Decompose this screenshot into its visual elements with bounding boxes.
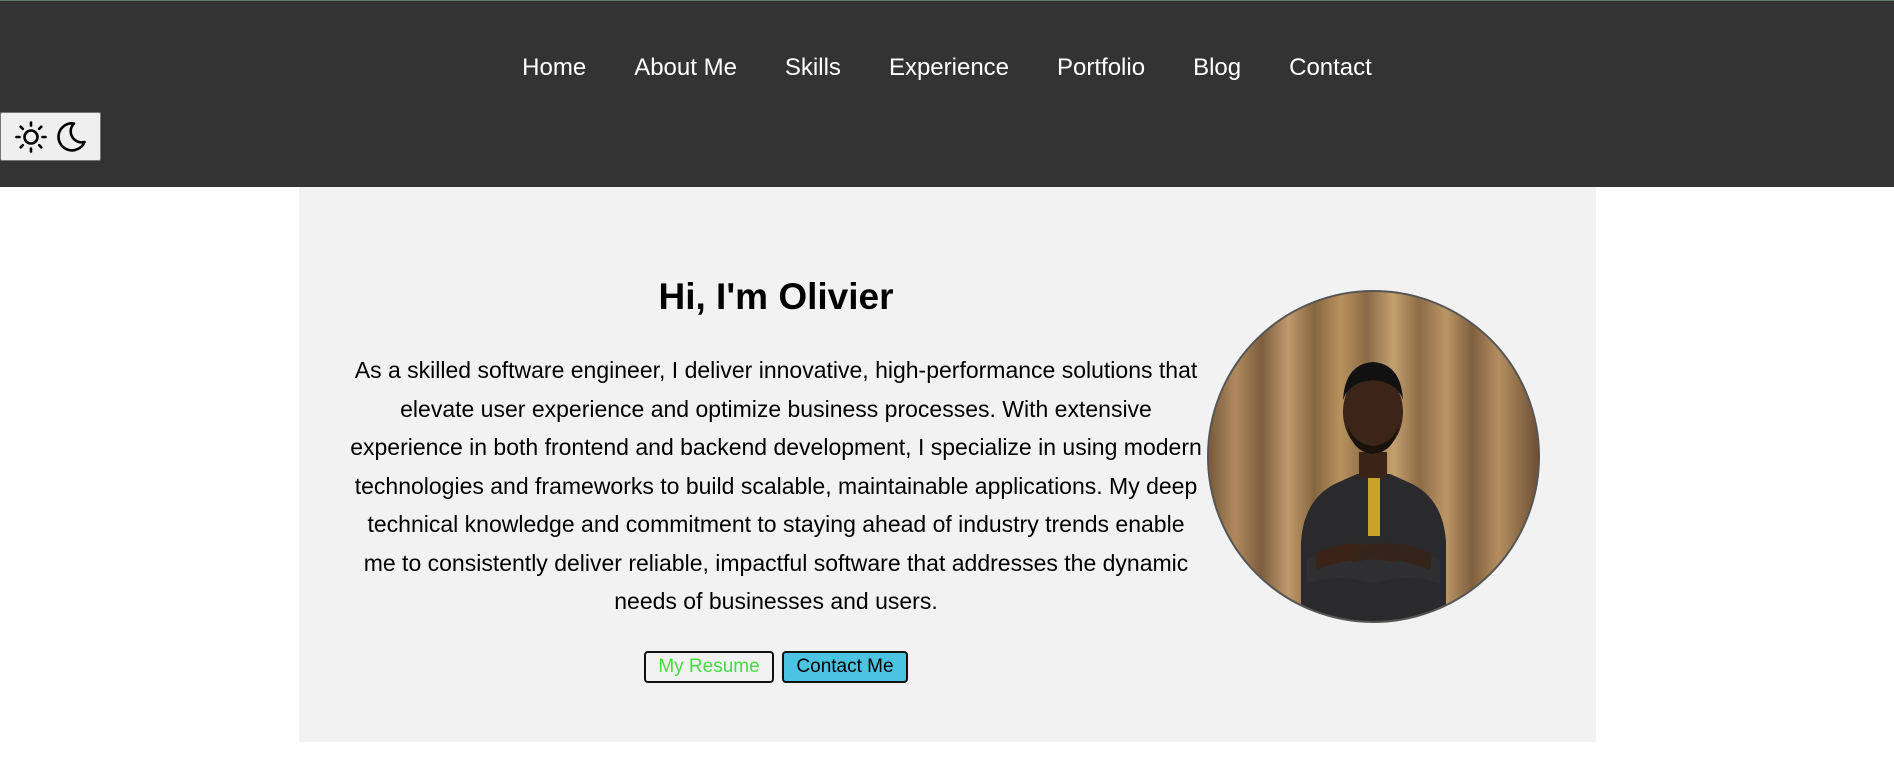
hero-text-block: Hi, I'm Olivier As a skilled software en…	[349, 275, 1203, 683]
nav-link-about[interactable]: About Me	[634, 52, 737, 84]
theme-toggle-button[interactable]	[0, 112, 101, 161]
nav-link-blog[interactable]: Blog	[1193, 52, 1241, 84]
nav-link-experience[interactable]: Experience	[889, 52, 1009, 84]
hero-description: As a skilled software engineer, I delive…	[350, 357, 1202, 614]
hero-section: Hi, I'm Olivier As a skilled software en…	[299, 187, 1596, 742]
nav-link-skills[interactable]: Skills	[785, 52, 841, 84]
sun-icon[interactable]	[14, 120, 48, 154]
contact-me-button[interactable]: Contact Me	[782, 650, 908, 683]
hero-title: Hi, I'm Olivier	[658, 276, 894, 317]
main-nav: Home About Me Skills Experience Portfoli…	[0, 52, 1894, 84]
nav-link-contact[interactable]: Contact	[1289, 52, 1372, 84]
site-header: Home About Me Skills Experience Portfoli…	[0, 0, 1894, 187]
nav-link-portfolio[interactable]: Portfolio	[1057, 52, 1145, 84]
moon-icon[interactable]	[54, 120, 88, 154]
profile-photo	[1207, 290, 1540, 623]
hero-buttons: My Resume Contact Me	[349, 650, 1203, 683]
nav-link-home[interactable]: Home	[522, 52, 586, 84]
my-resume-button[interactable]: My Resume	[644, 650, 774, 683]
